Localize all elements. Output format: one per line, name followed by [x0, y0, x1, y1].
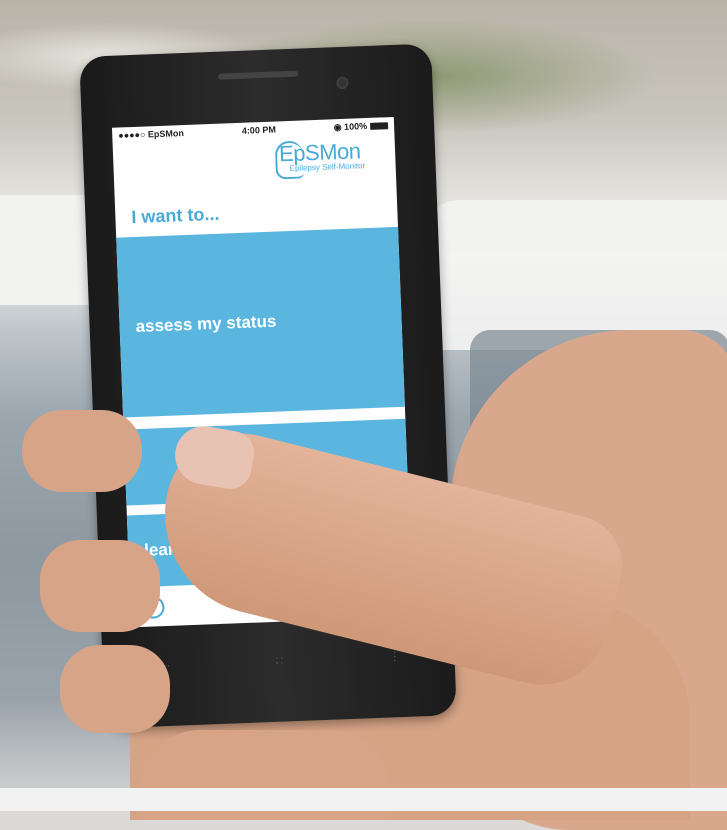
finger-index	[22, 410, 142, 492]
finger-ring	[60, 645, 170, 733]
finger-middle	[40, 540, 160, 632]
bottom-border	[0, 788, 727, 811]
head-outline-icon	[274, 140, 305, 180]
battery-status: ◉ 100%	[334, 120, 389, 133]
front-camera	[336, 76, 349, 90]
carrier-label: ●●●●○ EpSMon	[118, 128, 185, 141]
page-heading: I want to...	[131, 203, 220, 228]
background-car	[420, 200, 727, 350]
app-logo: EpSMon Epilepsy Self-Monitor	[274, 137, 391, 185]
clock: 4:00 PM	[241, 124, 277, 136]
phone-speaker	[217, 70, 299, 80]
assess-status-button[interactable]: assess my status	[116, 226, 405, 418]
assess-status-label: assess my status	[135, 311, 277, 337]
battery-label: ◉ 100%	[333, 120, 368, 132]
battery-icon	[369, 121, 389, 130]
home-key-icon[interactable]: ∷	[275, 654, 285, 668]
